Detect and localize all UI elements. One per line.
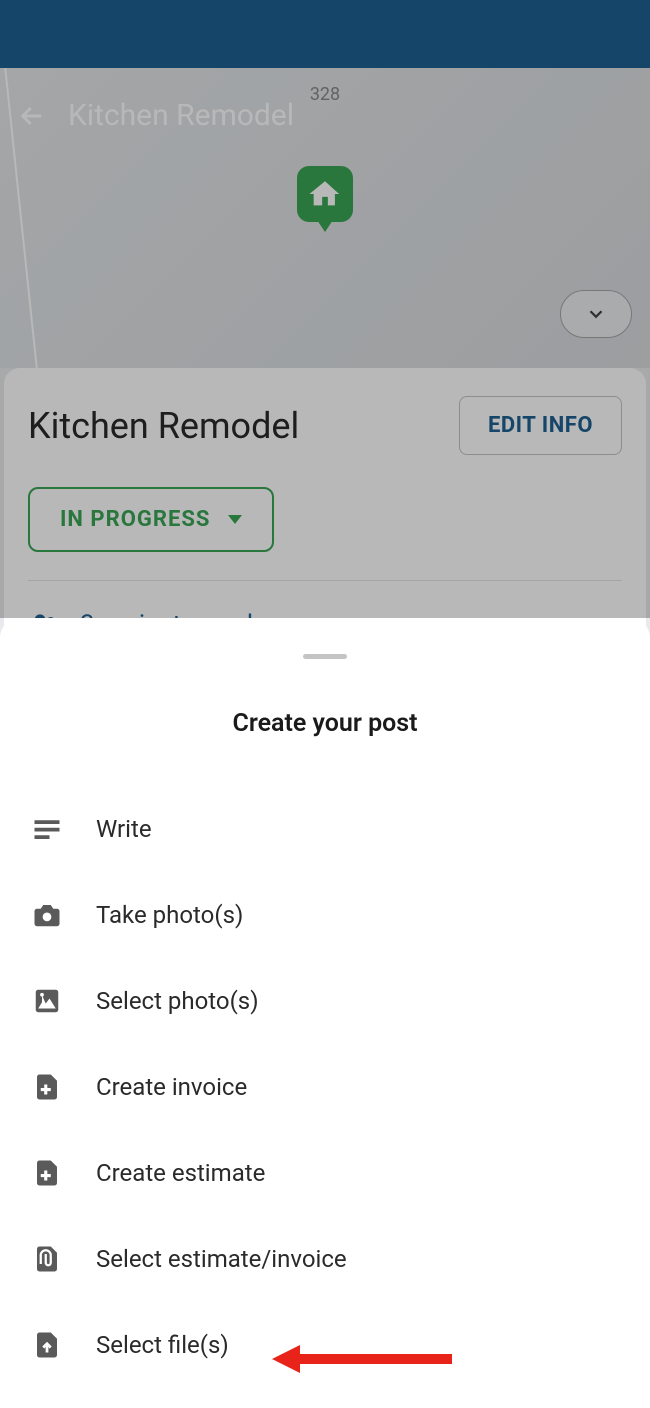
sheet-title: Create your post bbox=[28, 709, 622, 738]
sheet-item-label: Select estimate/invoice bbox=[96, 1245, 347, 1273]
house-icon bbox=[308, 177, 342, 211]
status-dropdown[interactable]: IN PROGRESS bbox=[28, 487, 274, 552]
chevron-down-icon bbox=[228, 515, 242, 524]
page-title: Kitchen Remodel bbox=[68, 98, 294, 133]
sheet-item-label: Select photo(s) bbox=[96, 987, 259, 1015]
back-arrow-icon[interactable] bbox=[16, 100, 48, 132]
sheet-item-label: Write bbox=[96, 815, 152, 843]
map-pin[interactable] bbox=[297, 166, 353, 230]
sheet-item-label: Select file(s) bbox=[96, 1331, 229, 1359]
sheet-item-write[interactable]: Write bbox=[28, 786, 622, 872]
status-label: IN PROGRESS bbox=[60, 507, 210, 532]
map-area: 328 Kitchen Remodel bbox=[0, 68, 650, 368]
sheet-item-select-estimate-invoice[interactable]: Select estimate/invoice bbox=[28, 1216, 622, 1302]
sheet-item-create-invoice[interactable]: Create invoice bbox=[28, 1044, 622, 1130]
file-plus-icon bbox=[32, 1158, 62, 1188]
sheet-item-label: Create invoice bbox=[96, 1073, 247, 1101]
header-bar: Kitchen Remodel bbox=[0, 88, 650, 143]
expand-button[interactable] bbox=[560, 290, 632, 338]
chevron-down-icon bbox=[585, 303, 607, 325]
camera-icon bbox=[32, 900, 62, 930]
write-icon bbox=[32, 814, 62, 844]
sheet-item-take-photo[interactable]: Take photo(s) bbox=[28, 872, 622, 958]
drag-handle[interactable] bbox=[303, 654, 347, 659]
file-plus-icon bbox=[32, 1072, 62, 1102]
edit-info-button[interactable]: EDIT INFO bbox=[459, 396, 622, 455]
sheet-item-create-estimate[interactable]: Create estimate bbox=[28, 1130, 622, 1216]
status-bar bbox=[0, 0, 650, 68]
project-title: Kitchen Remodel bbox=[28, 405, 299, 447]
sheet-item-label: Create estimate bbox=[96, 1159, 265, 1187]
sheet-item-label: Take photo(s) bbox=[96, 901, 243, 929]
photo-icon bbox=[32, 986, 62, 1016]
file-upload-icon bbox=[32, 1330, 62, 1360]
sheet-item-select-files[interactable]: Select file(s) bbox=[28, 1302, 622, 1388]
create-post-sheet: Create your post Write Take photo(s) Sel… bbox=[0, 618, 650, 1408]
sheet-item-select-photo[interactable]: Select photo(s) bbox=[28, 958, 622, 1044]
file-attach-icon bbox=[32, 1244, 62, 1274]
